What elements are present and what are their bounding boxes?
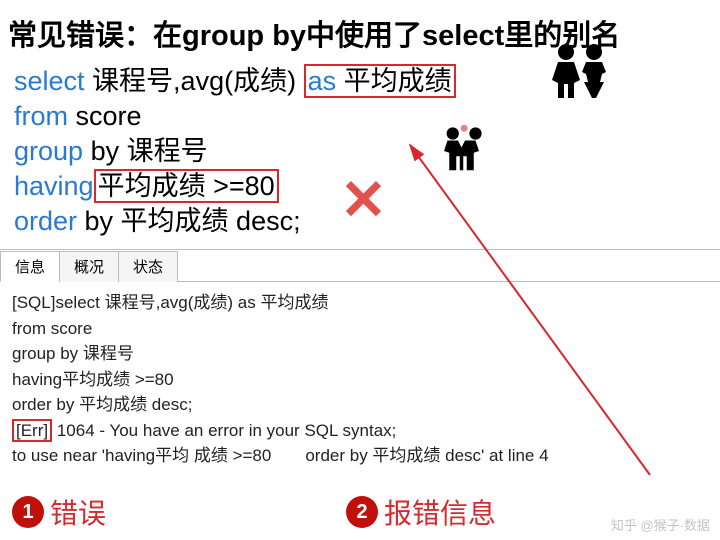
tab-status[interactable]: 状态	[118, 251, 178, 282]
kw-having: having	[14, 171, 94, 201]
txt: 课程号,avg(成绩)	[85, 66, 304, 96]
kw-group: group	[14, 136, 83, 166]
msg-line: order by 平均成绩 desc;	[12, 392, 708, 418]
kw-order: order	[14, 206, 77, 236]
alias-text: 平均成绩	[336, 66, 452, 96]
msg-line: having平均成绩 >=80	[12, 367, 708, 393]
txt: score	[68, 101, 142, 131]
having-alias-box: 平均成绩 >=80	[94, 169, 279, 203]
msg-line: group by 课程号	[12, 341, 708, 367]
callout-1: 1 错误	[12, 492, 106, 532]
kw-select: select	[14, 66, 85, 96]
txt: by 课程号	[83, 136, 208, 166]
tab-bar: 信息 概况 状态	[0, 250, 720, 282]
err-text: 1064 - You have an error in your SQL syn…	[52, 421, 396, 440]
msg-line: from score	[12, 316, 708, 342]
watermark: 知乎 @猴子·数据	[611, 515, 710, 534]
msg-line: to use near 'having平均 成绩 >=80 order by 平…	[12, 443, 708, 469]
msg-err-line: [Err] 1064 - You have an error in your S…	[12, 418, 708, 444]
badge-2: 2	[346, 496, 378, 528]
kw-from: from	[14, 101, 68, 131]
tab-profile[interactable]: 概况	[59, 251, 119, 282]
txt: by 平均成绩 desc;	[77, 206, 301, 236]
err-label-box: [Err]	[12, 419, 52, 442]
alias-box: as 平均成绩	[304, 64, 456, 98]
message-area: [SQL]select 课程号,avg(成绩) as 平均成绩 from sco…	[0, 282, 720, 477]
people-icon-2	[430, 120, 500, 180]
callout-2-text: 报错信息	[384, 492, 496, 532]
cross-icon: ✕	[340, 164, 387, 237]
msg-line: [SQL]select 课程号,avg(成绩) as 平均成绩	[12, 290, 708, 316]
result-panel: 信息 概况 状态 [SQL]select 课程号,avg(成绩) as 平均成绩…	[0, 249, 720, 477]
kw-as: as	[308, 66, 337, 96]
callout-2: 2 报错信息	[346, 492, 496, 532]
people-icon-1	[540, 40, 620, 105]
badge-1: 1	[12, 496, 44, 528]
callout-1-text: 错误	[50, 492, 106, 532]
tab-info[interactable]: 信息	[0, 251, 60, 282]
